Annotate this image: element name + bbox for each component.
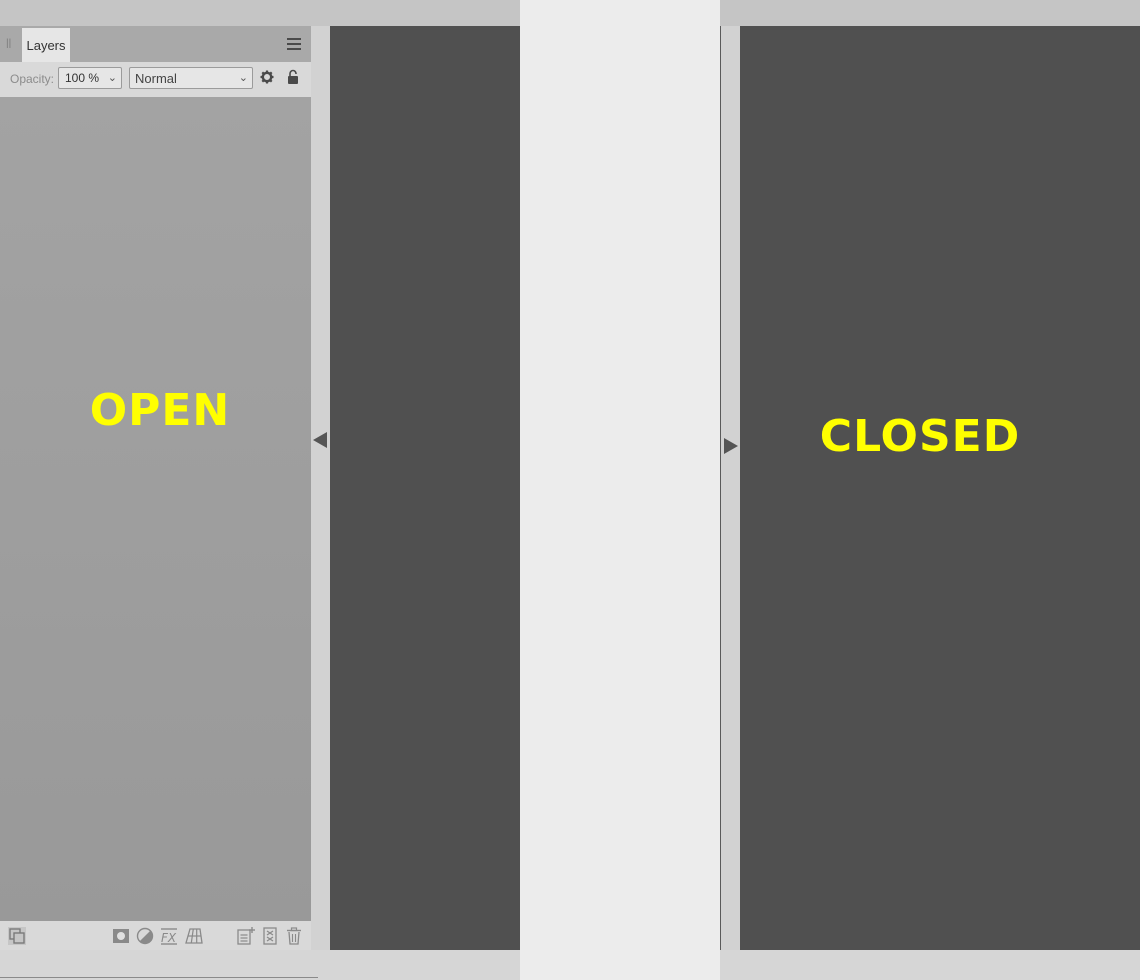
- trash-icon[interactable]: [285, 927, 303, 945]
- perspective-grid-icon[interactable]: [185, 927, 203, 945]
- canvas-area-open: [330, 26, 520, 950]
- chevron-down-icon: ⌄: [107, 72, 117, 84]
- canvas-area-closed: [740, 26, 1140, 950]
- mask-icon[interactable]: [112, 927, 130, 945]
- divider: [720, 26, 721, 950]
- layers-list-area[interactable]: [0, 97, 311, 921]
- fx-icon[interactable]: FX: [160, 927, 178, 945]
- separator-area: [520, 0, 720, 980]
- top-bar-left: [0, 0, 520, 26]
- divider: [0, 977, 318, 978]
- layers-panel: || Layers Opacity: 100 % ⌄ Normal ⌄ FX: [0, 26, 311, 950]
- adjustment-icon[interactable]: [136, 927, 154, 945]
- layers-bottom-bar: FX: [0, 921, 311, 950]
- closed-state-label: CLOSED: [819, 411, 1021, 462]
- open-state-label: OPEN: [89, 385, 231, 436]
- layers-toolbar: Opacity: 100 % ⌄ Normal ⌄: [0, 62, 311, 97]
- chevron-down-icon: ⌄: [238, 72, 248, 84]
- opacity-select[interactable]: 100 % ⌄: [58, 67, 122, 89]
- panel-tab-strip: || Layers: [0, 26, 311, 62]
- gear-icon[interactable]: [260, 70, 274, 84]
- svg-text:FX: FX: [161, 931, 177, 945]
- blend-mode-select[interactable]: Normal ⌄: [129, 67, 253, 89]
- collapse-arrow-icon[interactable]: [313, 432, 327, 448]
- blend-mode-value: Normal: [135, 71, 177, 86]
- opacity-label: Opacity:: [10, 72, 55, 86]
- grip-icon[interactable]: ||: [6, 38, 12, 50]
- lock-icon[interactable]: [287, 69, 299, 85]
- panel-gutter-open: [311, 26, 330, 950]
- panel-gutter-closed: [721, 26, 740, 950]
- opacity-value: 100 %: [65, 71, 100, 85]
- add-layer-icon[interactable]: [237, 927, 255, 945]
- group-layer-icon[interactable]: [261, 927, 279, 945]
- top-bar-right: [720, 0, 1140, 26]
- hamburger-menu-icon[interactable]: [285, 36, 305, 52]
- layers-stack-icon[interactable]: [8, 927, 26, 945]
- tab-layers[interactable]: Layers: [22, 28, 70, 62]
- expand-arrow-icon[interactable]: [724, 438, 738, 454]
